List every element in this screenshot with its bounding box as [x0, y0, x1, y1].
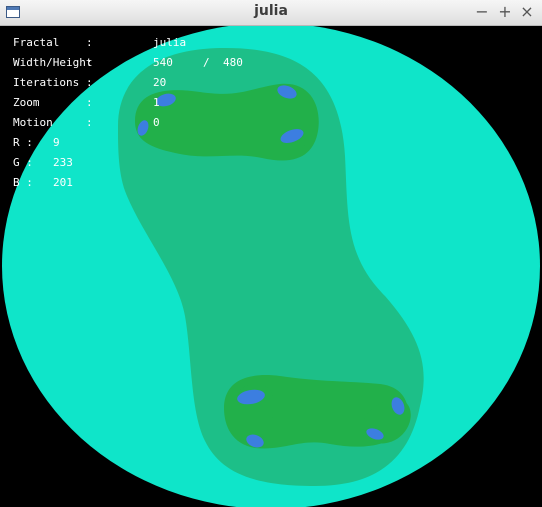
- title-bar[interactable]: julia − + ×: [0, 0, 542, 26]
- minimize-button[interactable]: −: [472, 2, 492, 22]
- julia-fractal-render: [2, 26, 540, 507]
- maximize-button[interactable]: +: [495, 2, 515, 22]
- width-value: 540: [153, 56, 173, 69]
- motion-colon: :: [86, 116, 93, 129]
- g-label: G :: [13, 156, 33, 169]
- zoom-value: 1: [153, 96, 160, 109]
- iterations-value: 20: [153, 76, 167, 89]
- b-label: B :: [13, 176, 33, 189]
- iterations-colon: :: [86, 76, 93, 89]
- close-button[interactable]: ×: [517, 2, 537, 22]
- iterations-label: Iterations: [13, 76, 80, 89]
- motion-value: 0: [153, 116, 160, 129]
- size-label: Width/Height: [13, 56, 93, 69]
- g-value: 233: [53, 156, 73, 169]
- fractal-colon: :: [86, 36, 93, 49]
- size-separator: /: [203, 56, 210, 69]
- fractal-label: Fractal: [13, 36, 60, 49]
- motion-label: Motion: [13, 116, 53, 129]
- size-colon: :: [86, 56, 93, 69]
- r-value: 9: [53, 136, 60, 149]
- b-value: 201: [53, 176, 73, 189]
- zoom-label: Zoom: [13, 96, 40, 109]
- r-label: R :: [13, 136, 33, 149]
- fractal-canvas[interactable]: Fractal : julia Width/Height : 540 / 480…: [0, 26, 542, 507]
- zoom-colon: :: [86, 96, 93, 109]
- height-value: 480: [223, 56, 243, 69]
- application-window: julia − + × Fractal: julia Width/Height…: [0, 0, 542, 507]
- fractal-value: julia: [153, 36, 187, 49]
- window-title: julia: [254, 3, 288, 19]
